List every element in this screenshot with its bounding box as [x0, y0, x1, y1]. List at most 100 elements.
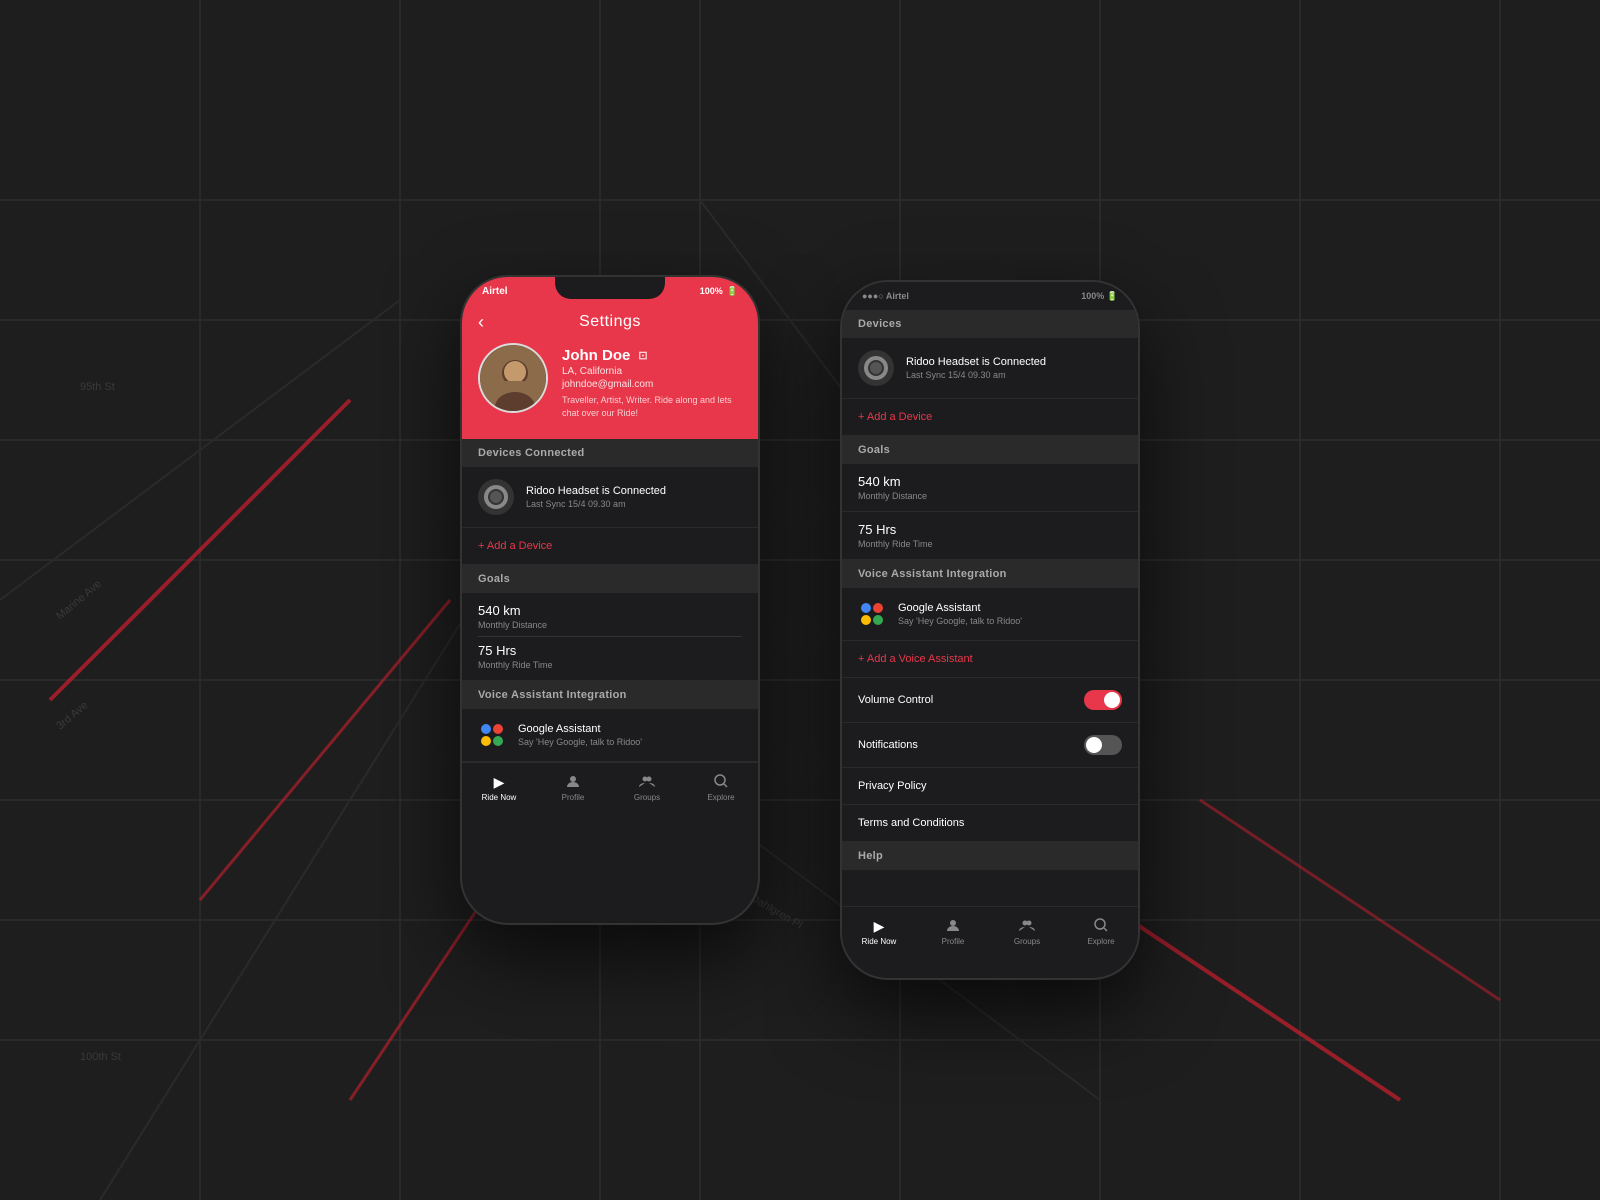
- carrier-label: Airtel: [482, 286, 508, 297]
- profile-section: John Doe ⊡ LA, California johndoe@gmail.…: [478, 343, 742, 419]
- right-goals-header: Goals: [842, 436, 1138, 464]
- goal1-label: Monthly Distance: [478, 620, 742, 630]
- goal2-value: 75 Hrs: [478, 643, 742, 658]
- right-profile-icon: [946, 918, 960, 935]
- right-voice-name: Google Assistant: [898, 602, 1122, 614]
- profile-icon: [566, 774, 580, 791]
- left-phone: Airtel 100% 🔋 ‹ Settings: [460, 275, 760, 925]
- nav-profile[interactable]: Profile: [536, 774, 610, 802]
- add-device-button[interactable]: + Add a Device: [462, 528, 758, 565]
- left-phone-notch: [555, 277, 665, 299]
- nav-ride-now[interactable]: ▶ Ride Now: [462, 774, 536, 802]
- right-goal-item-1: 540 km Monthly Distance: [842, 464, 1138, 512]
- right-nav-groups[interactable]: Groups: [990, 918, 1064, 946]
- groups-icon: [639, 774, 655, 791]
- device-ring-icon: [478, 479, 514, 515]
- right-device-ring-icon: [858, 350, 894, 386]
- right-battery: 100% 🔋: [1081, 291, 1118, 302]
- right-phone-notch: [935, 282, 1045, 304]
- right-phone-content: Devices Ridoo Headset is Connected Last …: [842, 310, 1138, 956]
- notifications-toggle-knob: [1086, 737, 1102, 753]
- device-name: Ridoo Headset is Connected: [526, 485, 742, 497]
- right-groups-icon: [1019, 918, 1035, 935]
- edit-icon[interactable]: ⊡: [638, 349, 647, 362]
- ride-now-icon: ▶: [494, 774, 505, 791]
- notifications-item: Notifications: [842, 723, 1138, 768]
- right-device-info: Ridoo Headset is Connected Last Sync 15/…: [906, 356, 1122, 380]
- right-nav-profile[interactable]: Profile: [916, 918, 990, 946]
- settings-header: ‹ Settings: [462, 305, 758, 439]
- right-phone: ●●●○ Airtel 100% 🔋 Devices: [840, 280, 1140, 980]
- right-goal-item-2: 75 Hrs Monthly Ride Time: [842, 512, 1138, 560]
- voice-info: Google Assistant Say 'Hey Google, talk t…: [518, 723, 742, 747]
- right-nav-ride-now[interactable]: ▶ Ride Now: [842, 918, 916, 946]
- profile-info: John Doe ⊡ LA, California johndoe@gmail.…: [562, 343, 742, 419]
- volume-label: Volume Control: [858, 694, 933, 706]
- groups-label: Groups: [634, 793, 660, 802]
- goal2-label: Monthly Ride Time: [478, 660, 742, 670]
- explore-label: Explore: [707, 793, 734, 802]
- goal-item-1: 540 km Monthly Distance 75 Hrs Monthly R…: [462, 593, 758, 681]
- right-carrier: ●●●○ Airtel: [862, 291, 909, 301]
- notifications-label: Notifications: [858, 739, 918, 751]
- right-status-icons: 100% 🔋: [1081, 291, 1118, 302]
- goals-section-header: Goals: [462, 565, 758, 593]
- volume-toggle-knob: [1104, 692, 1120, 708]
- profile-label: Profile: [562, 793, 585, 802]
- google-icon: [478, 721, 506, 749]
- voice-name: Google Assistant: [518, 723, 742, 735]
- voice-section-header: Voice Assistant Integration: [462, 681, 758, 709]
- right-google-icon: [858, 600, 886, 628]
- right-profile-label: Profile: [942, 937, 965, 946]
- right-voice-item: Google Assistant Say 'Hey Google, talk t…: [842, 588, 1138, 641]
- right-voice-header: Voice Assistant Integration: [842, 560, 1138, 588]
- avatar: [478, 343, 548, 413]
- right-voice-info: Google Assistant Say 'Hey Google, talk t…: [898, 602, 1122, 626]
- back-button[interactable]: ‹: [478, 312, 484, 333]
- settings-body: Devices Connected Ridoo Headset is Conne…: [462, 439, 758, 762]
- right-goal2-label: Monthly Ride Time: [858, 539, 1122, 549]
- volume-toggle[interactable]: [1084, 690, 1122, 710]
- ride-now-label: Ride Now: [482, 793, 517, 802]
- voice-desc: Say 'Hey Google, talk to Ridoo': [518, 737, 742, 747]
- terms-conditions-item[interactable]: Terms and Conditions: [842, 805, 1138, 842]
- right-nav-explore[interactable]: Explore: [1064, 918, 1138, 946]
- right-scroll-area: Devices Ridoo Headset is Connected Last …: [842, 310, 1138, 906]
- voice-assistant-item: Google Assistant Say 'Hey Google, talk t…: [462, 709, 758, 762]
- device-info: Ridoo Headset is Connected Last Sync 15/…: [526, 485, 742, 509]
- right-goal1-value: 540 km: [858, 474, 1122, 489]
- header-nav: ‹ Settings: [478, 313, 742, 331]
- avatar-image: [480, 345, 546, 411]
- profile-location: LA, California: [562, 366, 742, 377]
- profile-bio: Traveller, Artist, Writer. Ride along an…: [562, 394, 742, 419]
- phones-container: Airtel 100% 🔋 ‹ Settings: [0, 0, 1600, 1200]
- device-sync: Last Sync 15/4 09.30 am: [526, 499, 742, 509]
- right-devices-header: Devices: [842, 310, 1138, 338]
- help-section-header: Help: [842, 842, 1138, 870]
- goal1-value: 540 km: [478, 603, 742, 618]
- settings-title: Settings: [579, 313, 641, 331]
- right-explore-icon: [1094, 918, 1108, 935]
- right-device-sync: Last Sync 15/4 09.30 am: [906, 370, 1122, 380]
- nav-groups[interactable]: Groups: [610, 774, 684, 802]
- right-groups-label: Groups: [1014, 937, 1040, 946]
- right-voice-desc: Say 'Hey Google, talk to Ridoo': [898, 616, 1122, 626]
- right-explore-label: Explore: [1087, 937, 1114, 946]
- right-goal1-label: Monthly Distance: [858, 491, 1122, 501]
- volume-control-item: Volume Control: [842, 678, 1138, 723]
- right-device-name: Ridoo Headset is Connected: [906, 356, 1122, 368]
- left-bottom-nav: ▶ Ride Now Profile Groups Explore: [462, 762, 758, 812]
- privacy-policy-item[interactable]: Privacy Policy: [842, 768, 1138, 805]
- right-bottom-nav: ▶ Ride Now Profile Groups: [842, 906, 1138, 956]
- explore-icon: [714, 774, 728, 791]
- profile-email: johndoe@gmail.com: [562, 379, 742, 390]
- right-goal2-value: 75 Hrs: [858, 522, 1122, 537]
- device-item: Ridoo Headset is Connected Last Sync 15/…: [462, 467, 758, 528]
- right-add-device-button[interactable]: + Add a Device: [842, 399, 1138, 436]
- right-ride-now-label: Ride Now: [862, 937, 897, 946]
- right-ride-now-icon: ▶: [874, 918, 885, 935]
- add-voice-button[interactable]: + Add a Voice Assistant: [842, 641, 1138, 678]
- nav-explore[interactable]: Explore: [684, 774, 758, 802]
- right-device-item: Ridoo Headset is Connected Last Sync 15/…: [842, 338, 1138, 399]
- notifications-toggle[interactable]: [1084, 735, 1122, 755]
